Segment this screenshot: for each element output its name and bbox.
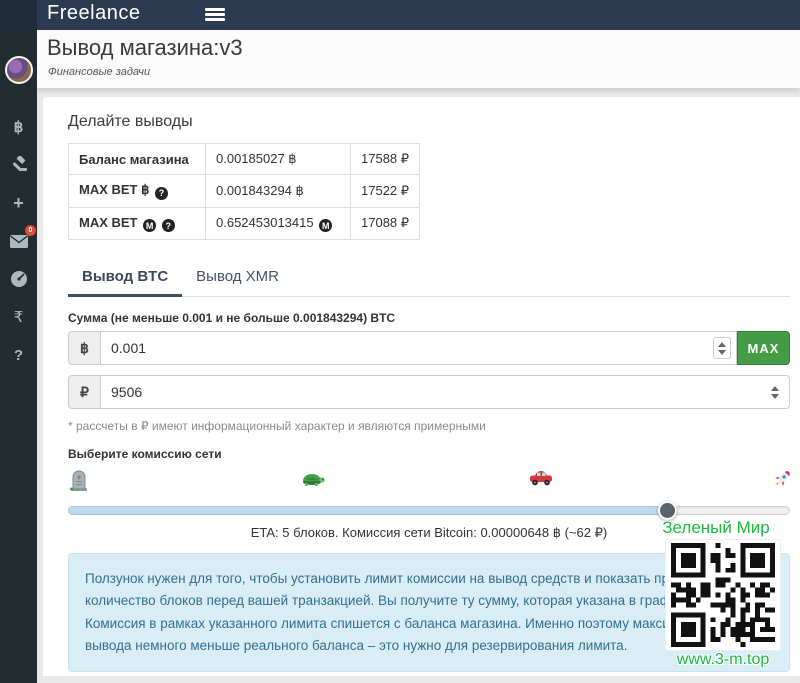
table-row: MAX BET M ? 0.652453013415 M 17088 ₽ — [69, 207, 420, 240]
btc-amount-group: ฿ MAX — [68, 331, 790, 365]
fee-slider-fill — [68, 506, 667, 515]
gavel-icon — [10, 156, 28, 174]
question-circle-icon[interactable]: ? — [162, 219, 175, 232]
sidebar-item-bitcoin[interactable]: ฿ — [0, 108, 37, 146]
tab-withdraw-xmr[interactable]: Вывод XMR — [182, 260, 293, 296]
bitcoin-icon: ฿ — [14, 118, 24, 136]
qr-code-container — [666, 540, 780, 650]
maxbet-xmr-rub: 17088 ₽ — [351, 207, 420, 240]
btc-amount-stepper[interactable] — [713, 337, 731, 359]
amount-label: Сумма (не меньше 0.001 и не больше 0.001… — [68, 311, 790, 325]
sidebar-item-messages[interactable]: 0 — [0, 222, 37, 260]
sidebar-item-help[interactable]: ? — [0, 336, 37, 374]
sidebar-item-add[interactable]: + — [0, 184, 37, 222]
tab-withdraw-btc[interactable]: Вывод BTC — [68, 260, 182, 297]
table-row: MAX BET ฿ ? 0.001843294 ฿ 17522 ₽ — [69, 175, 420, 208]
envelope-icon — [10, 235, 28, 248]
gauge-icon — [10, 270, 28, 288]
top-navbar: Freelance — [0, 0, 800, 30]
avatar[interactable] — [5, 56, 33, 84]
stepper-down-icon[interactable] — [718, 350, 726, 355]
page-subtitle: Финансовые задачи — [48, 66, 150, 78]
fee-slider[interactable] — [68, 501, 790, 519]
rub-estimate-note: * рассчеты в ₽ имеют информационный хара… — [68, 419, 790, 433]
rub-amount-group: ₽ — [68, 375, 790, 409]
page-title: Вывод магазина:v3 — [47, 35, 243, 61]
question-circle-icon[interactable]: ? — [155, 187, 168, 200]
sidebar-item-rupee[interactable]: ₹ — [0, 298, 37, 336]
qr-code — [669, 543, 777, 647]
stepper-up-icon[interactable] — [771, 386, 779, 391]
fee-speed-slowest-icon — [68, 467, 90, 491]
withdraw-tabs: Вывод BTC Вывод XMR — [68, 260, 790, 297]
balance-table: Баланс магазина 0.00185027 ฿ 17588 ₽ MAX… — [68, 143, 420, 240]
balance-value-btc: 0.00185027 ฿ — [206, 144, 351, 175]
fee-speed-fast-icon — [528, 467, 554, 487]
rupee-icon: ₹ — [14, 308, 24, 326]
sidebar-item-auction[interactable] — [0, 146, 37, 184]
watermark-url: www.3-m.top — [658, 651, 788, 669]
balance-value-rub: 17588 ₽ — [351, 144, 420, 175]
maxbet-xmr-label: MAX BET — [79, 215, 138, 230]
messages-badge: 0 — [25, 225, 36, 236]
stepper-up-icon[interactable] — [718, 342, 726, 347]
navbar-corner — [0, 0, 37, 30]
monero-icon: M — [319, 219, 332, 232]
section-heading: Делайте выводы — [68, 113, 790, 131]
watermark: Зеленый Мир www.3-m.top — [658, 518, 788, 669]
menu-toggle-icon[interactable] — [205, 8, 225, 23]
fee-speed-slow-icon — [300, 467, 326, 487]
sidebar-item-dashboard[interactable] — [0, 260, 37, 298]
max-button[interactable]: MAX — [737, 331, 790, 365]
btc-symbol-addon: ฿ — [68, 331, 100, 365]
balance-label: Баланс магазина — [69, 144, 206, 175]
plus-icon: + — [13, 193, 24, 214]
watermark-title: Зеленый Мир — [644, 518, 788, 538]
fee-speed-icons — [68, 467, 790, 495]
sidebar: ฿ + 0 — [0, 30, 37, 683]
btc-amount-input[interactable] — [101, 332, 736, 364]
table-row: Баланс магазина 0.00185027 ฿ 17588 ₽ — [69, 144, 420, 175]
rub-amount-input[interactable] — [101, 376, 789, 408]
app-brand[interactable]: Freelance — [47, 2, 140, 25]
page-header: Вывод магазина:v3 Финансовые задачи — [37, 30, 800, 88]
rub-symbol-addon: ₽ — [68, 375, 100, 409]
monero-icon: M — [143, 219, 156, 232]
maxbet-btc-label: MAX BET ฿ — [79, 182, 149, 197]
question-icon: ? — [14, 347, 23, 364]
maxbet-btc-rub: 17522 ₽ — [351, 175, 420, 208]
fee-label: Выберите комиссию сети — [68, 447, 790, 461]
maxbet-xmr-value: 0.652453013415 — [216, 215, 314, 230]
fee-speed-fastest-icon — [770, 467, 794, 491]
rub-amount-stepper[interactable] — [766, 381, 784, 403]
stepper-down-icon[interactable] — [771, 394, 779, 399]
maxbet-btc-value: 0.001843294 ฿ — [206, 175, 351, 208]
